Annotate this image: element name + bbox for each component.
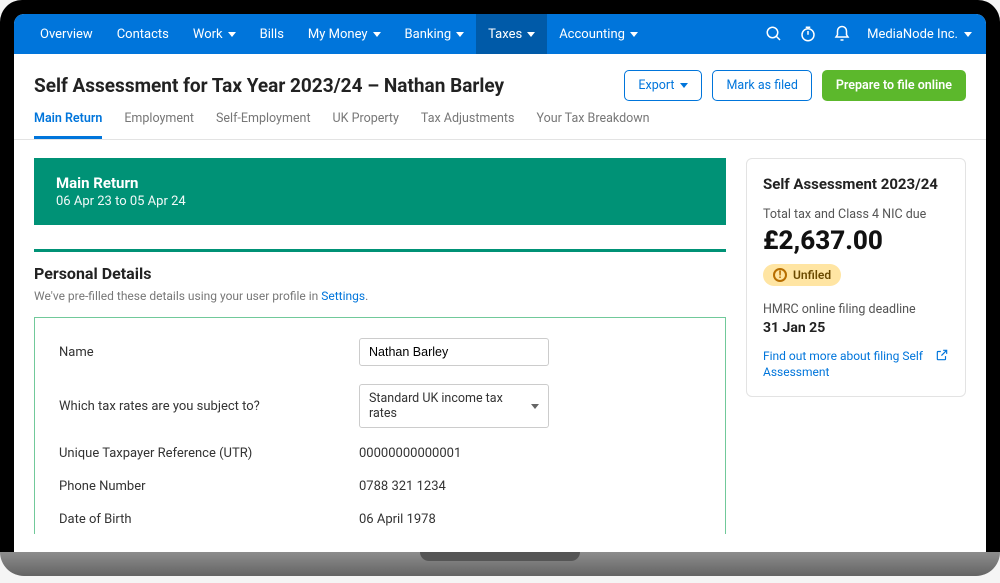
header-actions: Export Mark as filed Prepare to file onl… — [624, 70, 966, 101]
filing-info-link[interactable]: Find out more about filing Self Assessme… — [763, 348, 927, 380]
section-help-text: We've pre-filled these details using you… — [34, 289, 726, 303]
nav-banking[interactable]: Banking — [393, 14, 477, 54]
page-header: Self Assessment for Tax Year 2023/24 – N… — [14, 54, 986, 111]
main-content: Main Return 06 Apr 23 to 05 Apr 24 Perso… — [14, 140, 986, 552]
tax-rates-select[interactable]: Standard UK income tax rates — [359, 384, 549, 428]
help-suffix: . — [365, 289, 368, 303]
tab-main-return[interactable]: Main Return — [34, 111, 102, 139]
settings-link[interactable]: Settings — [321, 289, 365, 303]
detail-value: Standard UK income tax rates — [359, 384, 701, 428]
page-title: Self Assessment for Tax Year 2023/24 – N… — [34, 74, 504, 97]
tabs: Main Return Employment Self-Employment U… — [14, 111, 986, 140]
detail-value: 06 April 1978 — [359, 512, 701, 527]
nav-label: Contacts — [117, 27, 169, 42]
total-due-label: Total tax and Class 4 NIC due — [763, 207, 949, 222]
detail-label: Name — [59, 345, 359, 360]
chevron-down-icon — [456, 32, 464, 37]
help-prefix: We've pre-filled these details using you… — [34, 289, 321, 303]
chevron-down-icon — [531, 404, 539, 409]
detail-row-phone: Phone Number 0788 321 1234 — [59, 479, 701, 494]
nav-overview[interactable]: Overview — [28, 14, 105, 54]
total-due-amount: £2,637.00 — [763, 226, 949, 256]
tab-self-employment[interactable]: Self-Employment — [216, 111, 311, 139]
tab-your-breakdown[interactable]: Your Tax Breakdown — [536, 111, 649, 139]
timer-icon[interactable] — [799, 25, 817, 43]
button-label: Export — [638, 78, 674, 93]
mark-filed-button[interactable]: Mark as filed — [712, 70, 811, 101]
laptop-base — [0, 552, 1000, 576]
company-name: MediaNode Inc. — [867, 27, 958, 42]
detail-row-name: Name — [59, 338, 701, 366]
warning-icon: ! — [773, 268, 787, 282]
detail-label: Unique Taxpayer Reference (UTR) — [59, 446, 359, 461]
detail-row-tax-rates: Which tax rates are you subject to? Stan… — [59, 384, 701, 428]
nav-label: Overview — [40, 27, 93, 42]
top-nav: Overview Contacts Work Bills My Money Ba… — [14, 14, 986, 54]
nav-taxes[interactable]: Taxes — [476, 14, 547, 54]
button-label: Prepare to file online — [836, 78, 952, 93]
chevron-down-icon — [228, 32, 236, 37]
banner-subtitle: 06 Apr 23 to 05 Apr 24 — [56, 194, 704, 209]
nav-label: Bills — [260, 27, 284, 42]
tab-uk-property[interactable]: UK Property — [333, 111, 399, 139]
company-switcher[interactable]: MediaNode Inc. — [867, 27, 972, 42]
chevron-down-icon — [964, 32, 972, 37]
nav-bills[interactable]: Bills — [248, 14, 296, 54]
detail-row-utr: Unique Taxpayer Reference (UTR) 00000000… — [59, 446, 701, 461]
summary-link-row: Find out more about filing Self Assessme… — [763, 348, 949, 380]
detail-value — [359, 338, 701, 366]
nav-accounting[interactable]: Accounting — [547, 14, 650, 54]
external-link-icon — [935, 348, 949, 362]
summary-title: Self Assessment 2023/24 — [763, 175, 949, 193]
name-input[interactable] — [359, 338, 549, 366]
chevron-down-icon — [630, 32, 638, 37]
personal-details-box: Name Which tax rates are you subject to?… — [34, 317, 726, 534]
main-return-banner: Main Return 06 Apr 23 to 05 Apr 24 — [34, 158, 726, 225]
section-title: Personal Details — [34, 264, 726, 283]
export-button[interactable]: Export — [624, 70, 702, 101]
detail-row-dob: Date of Birth 06 April 1978 — [59, 512, 701, 527]
tab-tax-adjustments[interactable]: Tax Adjustments — [421, 111, 515, 139]
nav-items: Overview Contacts Work Bills My Money Ba… — [28, 14, 650, 54]
search-icon[interactable] — [765, 25, 783, 43]
detail-value: 0788 321 1234 — [359, 479, 701, 494]
chevron-down-icon — [527, 32, 535, 37]
chevron-down-icon — [373, 32, 381, 37]
summary-panel: Self Assessment 2023/24 Total tax and Cl… — [746, 158, 966, 397]
button-label: Mark as filed — [726, 78, 797, 93]
bell-icon[interactable] — [833, 25, 851, 43]
detail-label: Date of Birth — [59, 512, 359, 527]
nav-label: My Money — [308, 27, 368, 42]
select-value: Standard UK income tax rates — [369, 391, 531, 421]
personal-details-section: Personal Details We've pre-filled these … — [34, 249, 726, 534]
nav-label: Banking — [405, 27, 452, 42]
status-badge: ! Unfiled — [763, 264, 841, 286]
nav-label: Taxes — [488, 27, 522, 42]
nav-contacts[interactable]: Contacts — [105, 14, 181, 54]
right-column: Self Assessment 2023/24 Total tax and Cl… — [746, 158, 966, 534]
deadline-date: 31 Jan 25 — [763, 320, 949, 336]
nav-label: Accounting — [559, 27, 625, 42]
detail-label: Which tax rates are you subject to? — [59, 399, 359, 414]
badge-label: Unfiled — [793, 268, 831, 282]
chevron-down-icon — [680, 83, 688, 88]
nav-right: MediaNode Inc. — [765, 25, 972, 43]
deadline-label: HMRC online filing deadline — [763, 302, 949, 317]
detail-label: Phone Number — [59, 479, 359, 494]
banner-title: Main Return — [56, 174, 704, 192]
left-column: Main Return 06 Apr 23 to 05 Apr 24 Perso… — [34, 158, 726, 534]
detail-value: 00000000000001 — [359, 446, 701, 461]
nav-my-money[interactable]: My Money — [296, 14, 393, 54]
nav-label: Work — [193, 27, 223, 42]
tab-employment[interactable]: Employment — [124, 111, 194, 139]
section-divider — [34, 249, 726, 252]
prepare-file-button[interactable]: Prepare to file online — [822, 70, 966, 101]
nav-work[interactable]: Work — [181, 14, 248, 54]
